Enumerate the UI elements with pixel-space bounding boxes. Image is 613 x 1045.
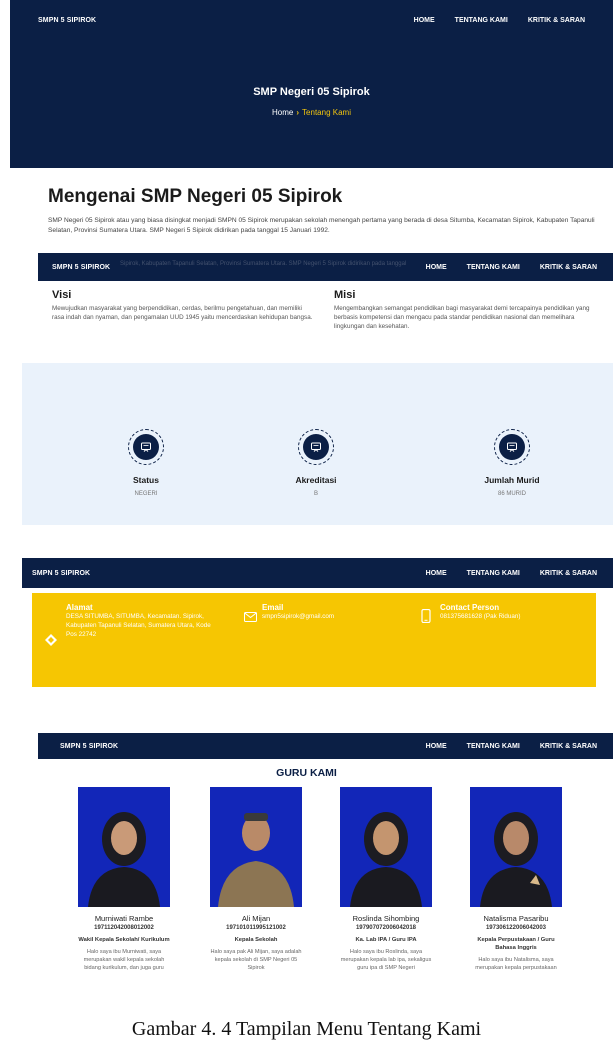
nav-feedback-link[interactable]: KRITIK & SARAN	[540, 743, 597, 750]
teacher-card: Roslinda Sihombing 197907072006042018 Ka…	[340, 787, 432, 972]
nav-about-link[interactable]: TENTANG KAMI	[455, 17, 508, 24]
teacher-bio: Halo saya ibu Natalisma, saya merupakan …	[475, 957, 557, 971]
nav-feedback-link[interactable]: KRITIK & SARAN	[540, 570, 597, 577]
contact-person: Contact Person 081375681628 (Pak Riduan)	[421, 603, 590, 624]
teacher-name: Murniwati Rambe	[94, 914, 154, 923]
stat-jumlah-murid: Jumlah Murid 86 MURID	[452, 429, 572, 497]
breadcrumb-current: Tentang Kami	[302, 108, 351, 117]
visi-title: Visi	[52, 289, 72, 301]
stat-akreditasi: Akreditasi B	[256, 429, 376, 497]
certificate-icon	[133, 434, 159, 460]
teacher-role: Kepala Sekolah	[234, 937, 278, 943]
stat-icon-ring	[298, 429, 334, 465]
contact-person-title: Contact Person	[440, 603, 500, 612]
nav-menu: HOME TENTANG KAMI KRITIK & SARAN	[426, 743, 597, 750]
teacher-name: Natalisma Pasaribu	[483, 914, 549, 923]
stat-value: B	[313, 491, 318, 497]
contact-person-phone[interactable]: 081375681628 (Pak Riduan)	[440, 612, 590, 621]
navbar-row: SMPN 5 SIPIROK HOME TENTANG KAMI KRITIK …	[38, 733, 613, 759]
certificate-icon	[499, 434, 525, 460]
breadcrumb-separator-icon: ›	[296, 108, 300, 117]
teacher-nip: 197907072006042018	[355, 925, 417, 931]
stat-label: Akreditasi	[295, 475, 337, 485]
stat-label: Jumlah Murid	[484, 475, 540, 485]
navbar-row: SMPN 5 SIPIROK HOME TENTANG KAMI KRITIK …	[38, 253, 613, 281]
teacher-bio: Halo saya ibu Roslinda, saya merupakan k…	[340, 949, 432, 971]
contact-address: Alamat DESA SITUMBA, SITUMBA, Kecamatan.…	[45, 603, 216, 646]
teacher-photo	[210, 787, 302, 907]
address-title: Alamat	[66, 603, 93, 612]
school-stats-panel: Status NEGERI Akreditasi B Jumlah Murid …	[22, 363, 613, 525]
teacher-nip: 197101011995121002	[226, 925, 286, 931]
scrolled-underlay-text: Sipirok, Kabupaten Tapanuli Selatan, Pro…	[120, 261, 407, 267]
breadcrumb: Home › Tentang Kami	[10, 108, 613, 117]
location-pin-icon	[44, 633, 58, 652]
visi-text: Mewujudkan masyarakat yang berpendidikan…	[52, 305, 313, 321]
misi-title: Misi	[334, 289, 356, 301]
teacher-photo	[340, 787, 432, 907]
teacher-role: Ka. Lab IPA / Guru IPA	[355, 937, 417, 943]
brand-logo-text[interactable]: SMPN 5 SIPIROK	[38, 17, 96, 24]
stat-label: Status	[133, 475, 159, 485]
visi-block: Visi Mewujudkan masyarakat yang berpendi…	[52, 289, 314, 322]
brand-logo-text[interactable]: SMPN 5 SIPIROK	[32, 570, 90, 577]
contact-info-band: Alamat DESA SITUMBA, SITUMBA, Kecamatan.…	[32, 593, 596, 687]
teacher-role: Wakil Kepala Sekolah/ Kurikulum	[78, 937, 170, 943]
breadcrumb-home-link[interactable]: Home	[272, 108, 293, 117]
hero-section: SMPN 5 SIPIROK HOME TENTANG KAMI KRITIK …	[10, 0, 613, 168]
stat-value: 86 MURID	[497, 491, 526, 497]
misi-text: Mengembangkan semangat pendidikan bagi m…	[334, 305, 590, 330]
teacher-name: Ali Mijan	[241, 914, 271, 923]
brand-logo-text[interactable]: SMPN 5 SIPIROK	[52, 264, 110, 271]
teacher-nip: 197306122006042003	[485, 925, 547, 931]
nav-menu: HOME TENTANG KAMI KRITIK & SARAN	[414, 17, 585, 24]
teacher-name: Roslinda Sihombing	[352, 914, 420, 923]
teacher-card: Ali Mijan 197101011995121002 Kepala Seko…	[210, 787, 302, 972]
stat-value: NEGERI	[134, 491, 158, 497]
stat-status: Status NEGERI	[86, 429, 206, 497]
email-title: Email	[262, 603, 284, 612]
teacher-role: Kepala Perpustakaan / Guru Bahasa Inggri…	[477, 937, 555, 951]
nav-about-link[interactable]: TENTANG KAMI	[467, 570, 520, 577]
about-description: SMP Negeri 05 Sipirok atau yang biasa di…	[48, 217, 595, 234]
sticky-navbar-guru: SMPN 5 SIPIROK HOME TENTANG KAMI KRITIK …	[38, 733, 613, 759]
nav-menu: HOME TENTANG KAMI KRITIK & SARAN	[426, 264, 597, 271]
address-text: DESA SITUMBA, SITUMBA, Kecamatan. Sipiro…	[66, 613, 211, 638]
contact-email: Email smpn5sipirok@gmail.com	[244, 603, 412, 622]
nav-home-link[interactable]: HOME	[426, 743, 447, 750]
about-title: Mengenai SMP Negeri 05 Sipirok	[48, 186, 343, 207]
top-navbar: SMPN 5 SIPIROK HOME TENTANG KAMI KRITIK …	[10, 0, 613, 40]
nav-feedback-link[interactable]: KRITIK & SARAN	[540, 264, 597, 271]
navbar-row: SMPN 5 SIPIROK HOME TENTANG KAMI KRITIK …	[22, 558, 613, 588]
teacher-nip: 197112042008012002	[94, 925, 154, 931]
figure-caption: Gambar 4. 4 Tampilan Menu Tentang Kami	[131, 1018, 482, 1040]
brand-logo-text[interactable]: SMPN 5 SIPIROK	[60, 743, 118, 750]
nav-home-link[interactable]: HOME	[414, 17, 435, 24]
about-section: Mengenai SMP Negeri 05 Sipirok SMP Neger…	[48, 186, 603, 236]
nav-menu: HOME TENTANG KAMI KRITIK & SARAN	[426, 570, 597, 577]
teacher-card: Murniwati Rambe 197112042008012002 Wakil…	[78, 787, 170, 972]
teacher-photo	[470, 787, 562, 907]
email-address[interactable]: smpn5sipirok@gmail.com	[262, 612, 412, 621]
certificate-icon	[303, 434, 329, 460]
page-title: SMP Negeri 05 Sipirok	[253, 86, 370, 98]
misi-block: Misi Mengembangkan semangat pendidikan b…	[334, 289, 604, 331]
nav-about-link[interactable]: TENTANG KAMI	[467, 264, 520, 271]
stat-icon-ring	[494, 429, 530, 465]
sticky-navbar-contact: SMPN 5 SIPIROK HOME TENTANG KAMI KRITIK …	[22, 558, 613, 588]
phone-icon	[421, 608, 431, 628]
nav-feedback-link[interactable]: KRITIK & SARAN	[528, 17, 585, 24]
teacher-card: Natalisma Pasaribu 197306122006042003 Ke…	[470, 787, 562, 980]
teacher-bio: Halo saya pak Ali Mijan, saya adalah kep…	[210, 949, 302, 971]
envelope-icon	[244, 609, 257, 627]
stat-icon-ring	[128, 429, 164, 465]
nav-home-link[interactable]: HOME	[426, 264, 447, 271]
teachers-title: GURU KAMI	[276, 767, 337, 779]
nav-home-link[interactable]: HOME	[426, 570, 447, 577]
teacher-photo	[78, 787, 170, 907]
sticky-navbar-about: SMPN 5 SIPIROK HOME TENTANG KAMI KRITIK …	[38, 253, 613, 281]
nav-about-link[interactable]: TENTANG KAMI	[467, 743, 520, 750]
teacher-bio: Halo saya ibu Murniwati, saya merupakan …	[83, 949, 165, 971]
